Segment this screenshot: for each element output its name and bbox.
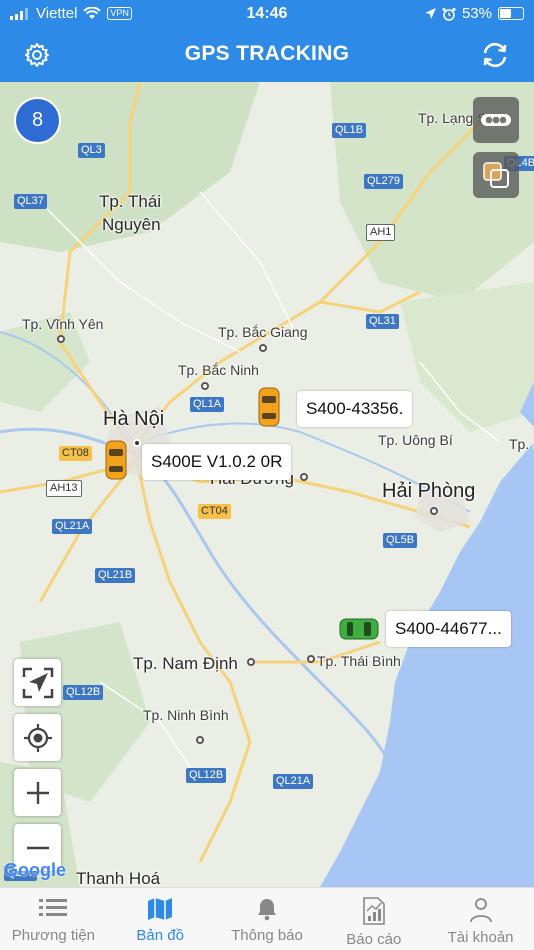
road-shield: AH13 <box>46 480 82 497</box>
nav-item-label: Phương tiện <box>11 927 96 944</box>
refresh-icon <box>483 42 507 68</box>
road-shield: QL279 <box>364 174 404 189</box>
vehicle-marker[interactable] <box>105 440 127 480</box>
city-marker <box>196 736 204 744</box>
fit-screen-icon <box>22 667 53 698</box>
nav-item-reports[interactable]: Báo cáo <box>320 888 427 950</box>
nav-item-account[interactable]: Tài khoản <box>427 888 534 950</box>
list-icon <box>39 899 68 916</box>
city-marker <box>300 473 308 481</box>
city-label: Tp. Bắc Ninh <box>178 362 259 378</box>
page-title: GPS TRACKING <box>184 42 350 65</box>
bell-icon <box>257 899 276 921</box>
city-label: Tp. Thái Bình <box>317 653 401 669</box>
city-label: Thanh Hoá <box>76 869 161 887</box>
location-arrow-icon <box>424 8 436 19</box>
city-label: Hải Phòng <box>382 480 476 502</box>
nav-item-map[interactable]: Bản đồ <box>107 888 214 950</box>
report-icon <box>362 897 385 925</box>
road-shield: QL31 <box>366 314 399 329</box>
app: Viettel VPN 14:46 53% GPS TRACKING Tp. T… <box>0 0 534 950</box>
alarm-icon <box>442 7 456 21</box>
google-logo: Google <box>4 860 66 880</box>
city-label: Tp. Bắc Giang <box>218 324 308 340</box>
zoom-in-button[interactable] <box>14 769 61 816</box>
vehicle-marker[interactable] <box>339 618 379 640</box>
road-shield: QL21A <box>52 519 93 534</box>
user-location-marker <box>133 439 141 447</box>
vehicle-label[interactable]: S400-43356. <box>297 391 413 427</box>
city-marker <box>57 335 65 343</box>
nav-item-label: Thông báo <box>231 927 303 944</box>
nav-item-notifications[interactable]: Thông báo <box>214 888 321 950</box>
layers-icon <box>483 162 509 188</box>
city-label: Nguyên <box>102 215 161 234</box>
city-label: Tp. Nam Định <box>133 654 238 673</box>
city-label: Hà Nội <box>103 408 165 430</box>
city-marker <box>259 344 267 352</box>
road-shield: QL3 <box>78 143 105 158</box>
road-shield: QL21A <box>273 774 314 789</box>
road-shield: CT08 <box>59 446 92 461</box>
nav-item-label: Bản đồ <box>136 927 184 944</box>
nav-item-vehicles[interactable]: Phương tiện <box>0 888 107 950</box>
road-shield: AH1 <box>366 224 396 241</box>
app-header: Viettel VPN 14:46 53% GPS TRACKING <box>0 0 534 82</box>
bottom-nav: Phương tiện Bản đồ Thông báo Báo cáo Tài… <box>0 887 534 950</box>
road-shield: QL1B <box>332 123 367 138</box>
map-view[interactable]: Tp. Thái Nguyên Tp. Vĩnh Yên Tp. Bắc Gia… <box>0 82 534 887</box>
road-shield: QL1A <box>190 397 225 412</box>
road-shield: QL21B <box>95 568 136 583</box>
vehicle-count-badge[interactable]: 8 <box>14 97 61 144</box>
user-icon <box>469 898 492 923</box>
vehicle-marker[interactable] <box>258 387 280 427</box>
city-label: Tp. Uông Bí <box>378 432 453 448</box>
my-location-button[interactable] <box>14 714 61 761</box>
plus-icon <box>26 781 49 804</box>
city-marker <box>201 382 209 390</box>
city-label: Tp. Vĩnh Yên <box>22 316 104 332</box>
road-shield: QL5B <box>383 533 418 548</box>
minus-icon <box>26 846 49 849</box>
traffic-icon <box>481 114 511 126</box>
battery-icon <box>498 7 524 20</box>
crosshair-icon <box>23 723 52 752</box>
city-marker <box>307 655 315 663</box>
traffic-layer-button[interactable] <box>473 97 519 143</box>
map-icon <box>148 898 173 920</box>
road-shield: QL12B <box>63 685 104 700</box>
vehicle-label[interactable]: S400E V1.0.2 0R <box>142 444 292 480</box>
refresh-button[interactable] <box>480 40 510 70</box>
road-shield: QL37 <box>14 194 47 209</box>
city-label: Tp. Ninh Bình <box>143 707 229 723</box>
city-marker <box>430 507 438 515</box>
map-type-button[interactable] <box>473 152 519 198</box>
fit-bounds-button[interactable] <box>14 659 61 706</box>
battery-percent: 53% <box>461 5 492 22</box>
status-bar: Viettel VPN 14:46 53% <box>0 0 534 28</box>
nav-item-label: Tài khoản <box>447 929 514 946</box>
city-label: Tp. Hạ <box>509 436 534 452</box>
nav-item-label: Báo cáo <box>346 931 402 948</box>
road-shield: QL12B <box>186 768 227 783</box>
vehicle-label[interactable]: S400-44677... <box>386 611 511 647</box>
road-shield: CT04 <box>198 504 231 519</box>
city-label: Tp. Thái <box>99 192 162 211</box>
city-marker <box>247 658 255 666</box>
